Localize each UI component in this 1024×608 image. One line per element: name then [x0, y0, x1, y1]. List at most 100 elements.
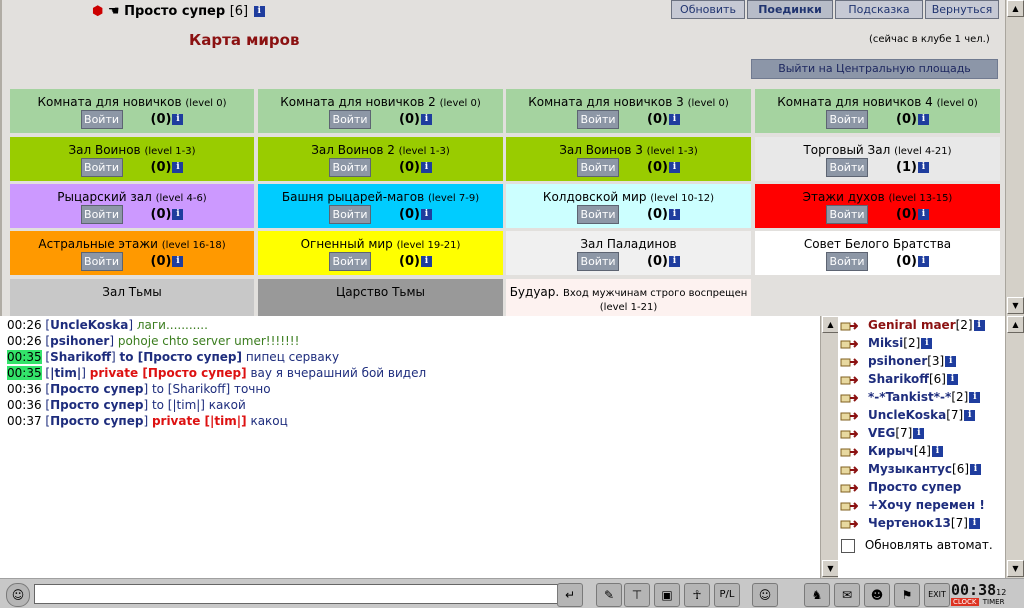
user-name[interactable]: Sharikoff — [868, 372, 929, 386]
info-icon[interactable]: i — [668, 209, 680, 220]
enter-room-button[interactable]: Войти — [577, 158, 620, 177]
mask-icon[interactable]: ☻ — [864, 583, 890, 607]
private-message-icon[interactable] — [840, 464, 859, 476]
auto-refresh-toggle[interactable]: Обновлять автомат. — [841, 538, 993, 556]
info-icon[interactable]: i — [668, 162, 680, 173]
exit-central-square-button[interactable]: Выйти на Центральную площадь — [751, 59, 998, 79]
private-message-icon[interactable] — [840, 410, 859, 422]
user-entry[interactable]: Sharikoff[6] i — [840, 372, 958, 390]
enter-room-button[interactable]: Войти — [577, 205, 620, 224]
enter-room-button[interactable]: Войти — [329, 158, 372, 177]
user-name[interactable]: *-*Tankist*-* — [868, 390, 951, 404]
chat-time[interactable]: 00:36 — [7, 382, 42, 396]
return-button[interactable]: Вернуться — [925, 0, 999, 19]
user-name[interactable]: Просто супер — [868, 480, 961, 494]
info-icon[interactable]: i — [172, 209, 184, 220]
info-icon[interactable]: i — [172, 256, 184, 267]
enter-room-button[interactable]: Войти — [80, 252, 123, 271]
exit-icon[interactable]: EXIT — [924, 583, 950, 607]
info-icon[interactable]: i — [420, 209, 432, 220]
users-scroll-down-icon[interactable]: ▼ — [1007, 560, 1024, 577]
flag-icon[interactable]: ⚑ — [894, 583, 920, 607]
info-icon[interactable]: i — [970, 464, 982, 475]
enter-room-button[interactable]: Войти — [826, 110, 869, 129]
chat-time[interactable]: 00:37 — [7, 414, 42, 428]
user-name[interactable]: Чертенок13 — [868, 516, 951, 530]
info-icon[interactable]: i — [172, 162, 184, 173]
private-message-icon[interactable] — [840, 338, 859, 350]
enter-room-button[interactable]: Войти — [329, 252, 372, 271]
chat-nick[interactable]: to [Просто супер] — [120, 350, 242, 364]
user-entry[interactable]: Просто супер — [840, 480, 961, 498]
enter-room-button[interactable]: Войти — [329, 110, 372, 129]
info-icon[interactable]: i — [969, 392, 981, 403]
info-icon[interactable]: i — [253, 6, 265, 17]
private-message-icon[interactable] — [840, 374, 859, 386]
user-entry[interactable]: *-*Tankist*-*[2] i — [840, 390, 981, 408]
bag-icon[interactable]: ♞ — [804, 583, 830, 607]
info-icon[interactable]: i — [917, 209, 929, 220]
private-message-icon[interactable] — [840, 428, 859, 440]
users-scroll-up-icon[interactable]: ▲ — [1007, 316, 1024, 333]
chat-input[interactable] — [34, 584, 558, 604]
user-name[interactable]: Miksi — [868, 336, 903, 350]
info-icon[interactable]: i — [945, 356, 957, 367]
private-line-icon[interactable]: P/L — [714, 583, 740, 607]
chat-nick[interactable]: Просто супер — [50, 414, 143, 428]
info-icon[interactable]: i — [973, 320, 985, 331]
private-message-icon[interactable] — [840, 356, 859, 368]
enter-room-button[interactable]: Войти — [577, 252, 620, 271]
user-name[interactable]: psihoner — [868, 354, 927, 368]
user-entry[interactable]: psihoner[3] i — [840, 354, 957, 372]
chat-nick[interactable]: Просто супер — [50, 398, 143, 412]
user-entry[interactable]: Чертенок13[7] i — [840, 516, 980, 534]
info-icon[interactable]: i — [420, 256, 432, 267]
chat-scroll-up-icon[interactable]: ▲ — [822, 316, 839, 333]
user-name[interactable]: Музыкантус — [868, 462, 952, 476]
enter-room-button[interactable]: Войти — [826, 158, 869, 177]
map-scrollbar[interactable]: ▲ ▼ — [1005, 0, 1024, 316]
chat-nick[interactable]: Sharikoff — [50, 350, 111, 364]
info-icon[interactable]: i — [917, 114, 929, 125]
user-entry[interactable]: Музыкантус[6] i — [840, 462, 982, 480]
enter-room-button[interactable]: Войти — [80, 110, 123, 129]
info-icon[interactable]: i — [668, 256, 680, 267]
fighter-icon[interactable]: ☥ — [684, 583, 710, 607]
hint-button[interactable]: Подсказка — [835, 0, 923, 19]
user-list-scrollbar[interactable]: ▲ ▼ — [1005, 316, 1024, 578]
enter-room-button[interactable]: Войти — [80, 158, 123, 177]
private-message-icon[interactable] — [840, 500, 859, 512]
chat-time[interactable]: 00:35 — [7, 350, 42, 364]
private-message-icon[interactable] — [840, 320, 859, 332]
chat-scroll-down-icon[interactable]: ▼ — [822, 560, 839, 577]
enter-room-button[interactable]: Войти — [577, 110, 620, 129]
user-entry[interactable]: VEG[7] i — [840, 426, 925, 444]
user-name[interactable]: Geniral maer — [868, 318, 956, 332]
scroll-up-icon[interactable]: ▲ — [1007, 0, 1024, 17]
info-icon[interactable]: i — [917, 256, 929, 267]
enter-room-button[interactable]: Войти — [826, 252, 869, 271]
user-entry[interactable]: Miksi[2] i — [840, 336, 933, 354]
chat-nick[interactable]: Просто супер — [50, 382, 143, 396]
info-icon[interactable]: i — [921, 338, 933, 349]
chat-nick[interactable]: |tim| — [50, 366, 81, 380]
user-entry[interactable]: UncleKoska[7] i — [840, 408, 976, 426]
info-icon[interactable]: i — [917, 162, 929, 173]
info-icon[interactable]: i — [931, 446, 943, 457]
chat-time[interactable]: 00:26 — [7, 318, 42, 332]
chat-nick[interactable]: UncleKoska — [50, 318, 128, 332]
user-name[interactable]: VEG — [868, 426, 895, 440]
info-icon[interactable]: i — [913, 428, 925, 439]
scroll-icon[interactable]: ✉ — [834, 583, 860, 607]
user-entry[interactable]: Кирыч[4] i — [840, 444, 943, 462]
smiley-icon[interactable]: ☺ — [752, 583, 778, 607]
user-entry[interactable]: Geniral maer[2] i — [840, 318, 985, 336]
user-name[interactable]: +Хочу перемен ! — [868, 498, 985, 512]
duels-button[interactable]: Поединки — [747, 0, 833, 19]
private-message-icon[interactable] — [840, 446, 859, 458]
private-message-icon[interactable] — [840, 482, 859, 494]
info-icon[interactable]: i — [964, 410, 976, 421]
user-name[interactable]: Кирыч — [868, 444, 914, 458]
filter-icon[interactable]: ⊤ — [624, 583, 650, 607]
chat-time[interactable]: 00:35 — [7, 366, 42, 380]
